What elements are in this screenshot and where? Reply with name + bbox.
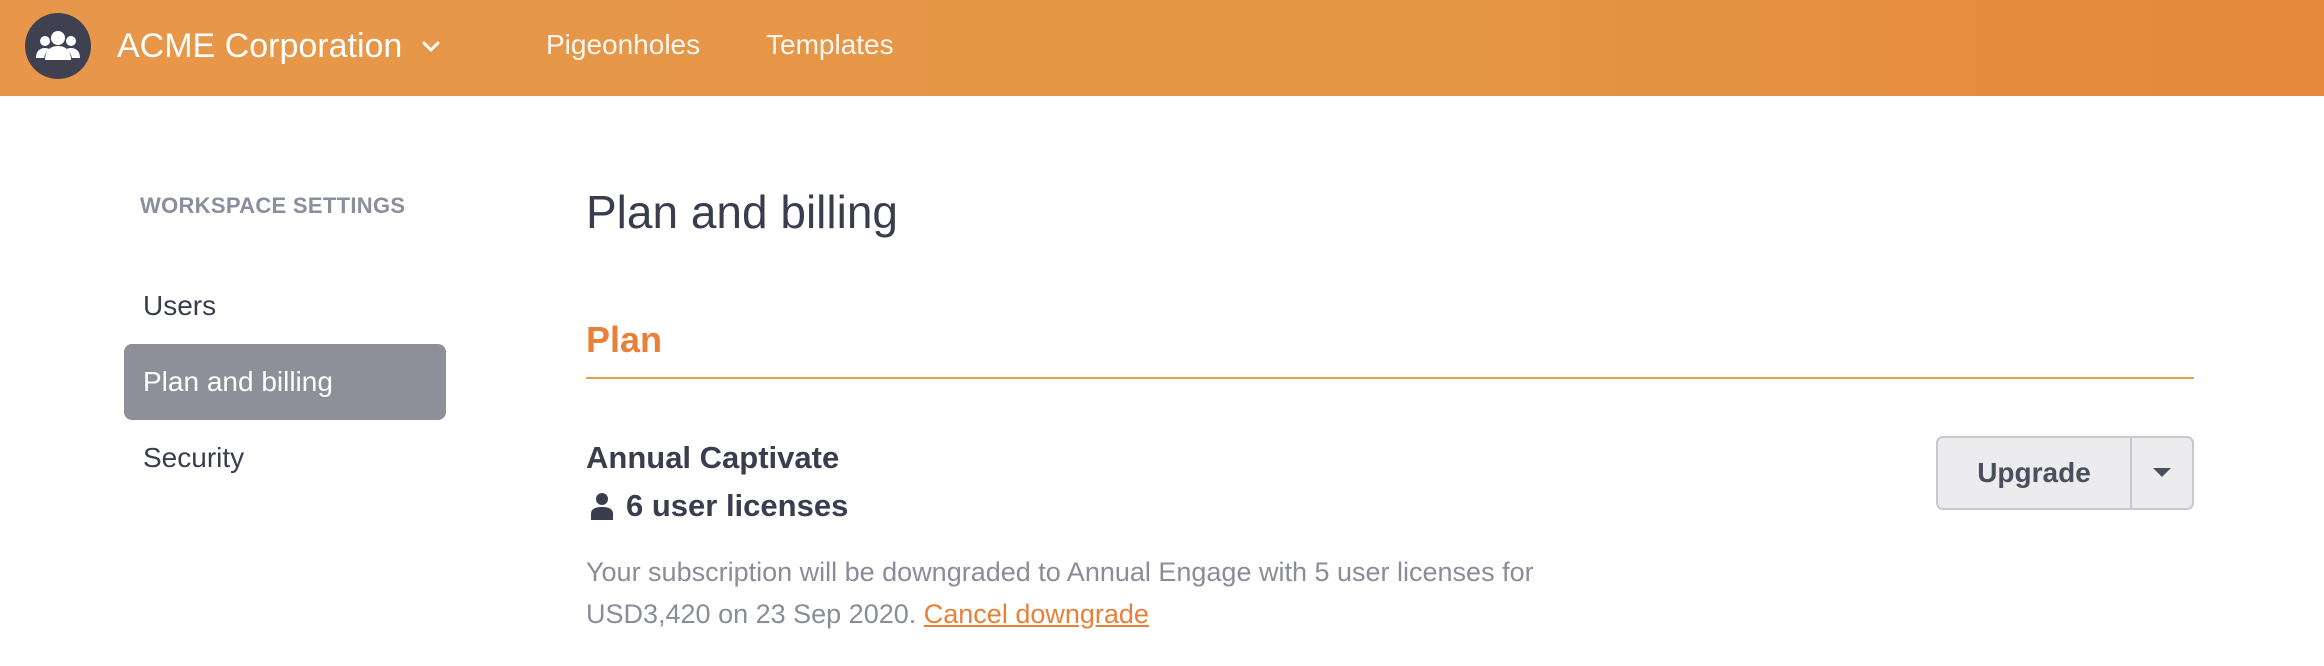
sidebar-item-users[interactable]: Users (124, 268, 446, 344)
licenses-count: 6 user licenses (626, 488, 849, 523)
sidebar-heading: WORKSPACE SETTINGS (140, 193, 406, 218)
upgrade-split-button: Upgrade (1936, 436, 2194, 510)
user-icon (591, 493, 613, 520)
section-title-plan: Plan (586, 319, 663, 360)
user-licenses: 6 user licenses (586, 487, 848, 525)
section-divider (586, 377, 2194, 379)
upgrade-button[interactable]: Upgrade (1938, 438, 2130, 508)
caret-down-icon (2153, 468, 2171, 477)
group-users-icon (36, 31, 80, 60)
upgrade-options-button[interactable] (2130, 438, 2192, 508)
page-title: Plan and billing (586, 186, 899, 238)
top-bar: ACME Corporation Pigeonholes Templates (0, 0, 2324, 96)
chevron-down-icon[interactable] (418, 34, 444, 60)
cancel-downgrade-link[interactable]: Cancel downgrade (924, 599, 1149, 629)
sidebar-item-plan-and-billing[interactable]: Plan and billing (124, 344, 446, 420)
plan-name: Annual Captivate (586, 440, 840, 475)
nav-templates[interactable]: Templates (766, 27, 894, 63)
nav-pigeonholes[interactable]: Pigeonholes (546, 27, 700, 63)
downgrade-notice: Your subscription will be downgraded to … (586, 551, 1636, 635)
sidebar-item-security[interactable]: Security (124, 420, 446, 496)
workspace-name[interactable]: ACME Corporation (117, 26, 402, 66)
workspace-avatar[interactable] (25, 13, 91, 79)
